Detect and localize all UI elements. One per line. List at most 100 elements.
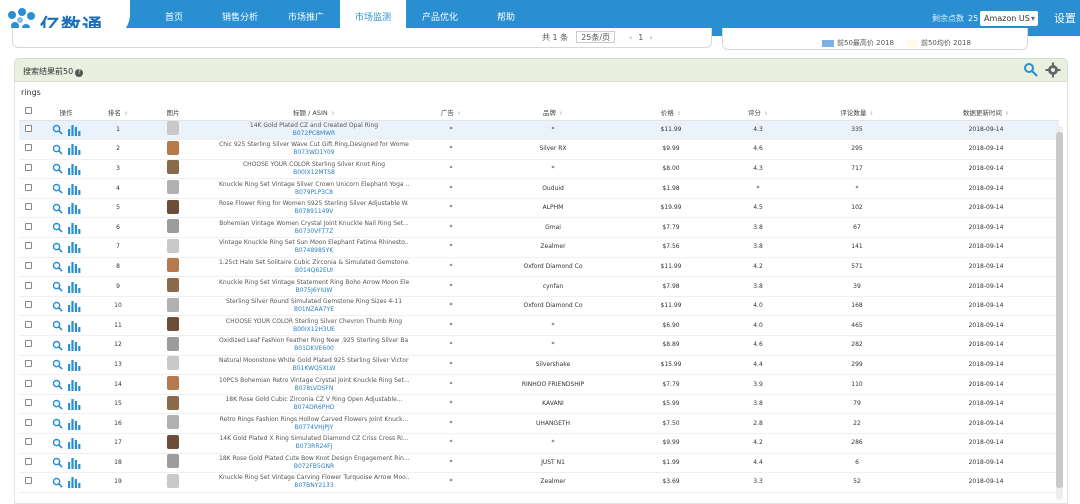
sort-icon[interactable]: ⇕ <box>869 111 873 117</box>
bar-chart-icon[interactable] <box>67 476 81 489</box>
product-title[interactable]: CHOOSE YOUR COLOR Sterling Silver Knot R… <box>219 161 409 169</box>
product-image[interactable] <box>167 219 179 234</box>
table-row[interactable]: 2 Chic 925 Sterling Silver Wave Cut Gift … <box>19 139 1059 160</box>
sort-icon[interactable]: ⇕ <box>1005 111 1009 117</box>
search-icon[interactable] <box>52 340 63 351</box>
product-image[interactable] <box>167 336 179 351</box>
sort-icon[interactable]: ⇕ <box>124 111 128 117</box>
product-asin[interactable]: B014Q62EUI <box>205 267 423 275</box>
search-icon[interactable] <box>1023 62 1039 78</box>
product-title[interactable]: Natural Moonstone White Gold Plated 925 … <box>219 357 409 365</box>
row-checkbox[interactable] <box>24 320 32 328</box>
product-title[interactable]: 18K Rose Gold Plated Cute Bow Knot Desig… <box>219 455 409 463</box>
product-image[interactable] <box>167 317 179 332</box>
prev-page-button[interactable]: ‹ <box>629 33 632 42</box>
bar-chart-icon[interactable] <box>67 339 81 352</box>
bar-chart-icon[interactable] <box>67 183 81 195</box>
table-row[interactable]: 12 Oxidized Leaf Fashion Feather Ring New… <box>19 335 1059 356</box>
table-row[interactable]: 9 Knuckle Ring Set Vintage Statement Ring… <box>19 276 1059 297</box>
product-title[interactable]: Oxidized Leaf Fashion Feather Ring New .… <box>219 337 409 345</box>
product-title[interactable]: Knuckle Ring Set Vintage Statement Ring … <box>219 279 409 287</box>
product-asin[interactable]: B00IX12H3UE <box>205 326 423 334</box>
search-icon[interactable] <box>52 281 63 292</box>
col-title-asin[interactable]: 标题 / ASIN ⇕ <box>205 104 423 121</box>
table-row[interactable]: 16 Retro Rings Fashion Rings Hollow Carve… <box>19 413 1059 434</box>
gear-icon[interactable] <box>1045 62 1061 78</box>
product-asin[interactable]: B078LVDSFN <box>205 385 423 393</box>
per-page-select[interactable]: 25条/页 <box>576 31 616 43</box>
next-page-button[interactable]: › <box>649 33 652 42</box>
product-asin[interactable]: B073WD1Y09 <box>205 149 423 157</box>
col-updated[interactable]: 数据更新时间 ⇕ <box>913 104 1059 121</box>
search-icon[interactable] <box>52 477 63 488</box>
product-asin[interactable]: B01KWQ5XLW <box>205 365 423 373</box>
table-row[interactable]: 8 1.25ct Halo Set Solitaire Cubic Zirconi… <box>19 257 1059 278</box>
select-all-checkbox[interactable] <box>24 107 32 115</box>
product-image[interactable] <box>167 160 179 175</box>
row-checkbox[interactable] <box>24 261 32 269</box>
col-rank[interactable]: 排名 ⇕ <box>95 104 141 121</box>
row-checkbox[interactable] <box>24 144 32 152</box>
legend-max-price[interactable]: 前50最高价 2018 <box>837 38 894 48</box>
product-image[interactable] <box>167 434 179 449</box>
table-row[interactable]: 17 14K Gold Plated X Ring Simulated Diamo… <box>19 433 1059 454</box>
table-row[interactable]: 11 CHOOSE YOUR COLOR Sterling Silver Chev… <box>19 315 1059 337</box>
bar-chart-icon[interactable] <box>67 241 81 254</box>
sort-icon[interactable]: ⇕ <box>457 111 461 117</box>
search-icon[interactable] <box>52 242 63 253</box>
product-asin[interactable]: B072FB5GNR <box>205 463 423 471</box>
product-asin[interactable]: B072PC8MWR <box>205 130 423 138</box>
row-checkbox[interactable] <box>24 477 32 485</box>
product-asin[interactable]: B0774VHJPJY <box>205 424 423 432</box>
product-title[interactable]: 14K Gold Plated CZ and Created Opal Ring <box>219 122 409 130</box>
product-asin[interactable]: B00IX12MTS8 <box>205 169 423 177</box>
product-title[interactable]: Sterling Silver Round Simulated Gemstone… <box>219 298 409 306</box>
row-checkbox[interactable] <box>24 418 32 426</box>
row-checkbox[interactable] <box>24 399 32 407</box>
product-image[interactable] <box>167 395 179 410</box>
table-row[interactable]: 3 CHOOSE YOUR COLOR Sterling Silver Knot … <box>19 159 1059 180</box>
scrollbar-thumb[interactable] <box>1056 132 1063 488</box>
row-checkbox[interactable] <box>24 222 32 230</box>
bar-chart-icon[interactable] <box>67 398 81 411</box>
col-reviews[interactable]: 评论数量 ⇕ <box>801 104 913 121</box>
bar-chart-icon[interactable] <box>67 320 81 332</box>
product-title[interactable]: Rose Flower Ring for Women S925 Sterling… <box>219 200 409 208</box>
search-icon[interactable] <box>52 124 63 135</box>
search-icon[interactable] <box>52 457 63 469</box>
search-icon[interactable] <box>52 399 63 410</box>
product-title[interactable]: Knuckle Ring Set Vintage Silver Crown Un… <box>219 181 409 189</box>
question-icon[interactable]: ? <box>75 69 84 77</box>
table-row[interactable]: 5 Rose Flower Ring for Women S925 Sterlin… <box>19 198 1059 219</box>
table-row[interactable]: 19 Knuckle Ring Set Vintage Carving Flowe… <box>19 472 1059 493</box>
sort-icon[interactable]: ⇕ <box>331 111 335 117</box>
product-image[interactable] <box>167 140 179 155</box>
row-checkbox[interactable] <box>24 203 32 211</box>
search-icon[interactable] <box>52 144 63 155</box>
bar-chart-icon[interactable] <box>67 143 81 156</box>
product-asin[interactable]: B074DR6PHD <box>205 404 423 412</box>
product-image[interactable] <box>167 473 179 488</box>
marketplace-select[interactable]: Amazon US <box>980 10 1038 26</box>
product-image[interactable] <box>167 258 179 273</box>
col-rating[interactable]: 评分 ⇕ <box>715 104 801 121</box>
search-icon[interactable] <box>52 163 63 175</box>
row-checkbox[interactable] <box>24 163 32 171</box>
table-row[interactable]: 15 18K Rose Gold Cubic Zirconia CZ V Ring… <box>19 394 1059 415</box>
product-title[interactable]: Chic 925 Sterling Silver Wave Cut Gift R… <box>219 141 409 149</box>
table-scrollbar[interactable] <box>1056 126 1063 500</box>
product-title[interactable]: 18K Rose Gold Cubic Zirconia CZ V Ring O… <box>219 396 409 404</box>
table-row[interactable]: 14 10PCS Bohemian Retro Vintage Crystal J… <box>19 374 1059 395</box>
col-ad[interactable]: 广告 ⇕ <box>423 104 479 121</box>
product-image[interactable] <box>167 297 179 312</box>
product-title[interactable]: Bohemian Vintage Women Crystal Joint Knu… <box>219 220 409 228</box>
product-title[interactable]: Knuckle Ring Set Vintage Carving Flower … <box>219 474 409 482</box>
row-checkbox[interactable] <box>24 457 32 465</box>
product-asin[interactable]: B07BNY2133 <box>205 482 423 490</box>
bar-chart-icon[interactable] <box>67 359 81 371</box>
search-icon[interactable] <box>52 301 63 312</box>
bar-chart-icon[interactable] <box>67 222 81 234</box>
current-page[interactable]: 1 <box>638 33 643 42</box>
bar-chart-icon[interactable] <box>67 202 81 215</box>
bar-chart-icon[interactable] <box>67 457 81 469</box>
